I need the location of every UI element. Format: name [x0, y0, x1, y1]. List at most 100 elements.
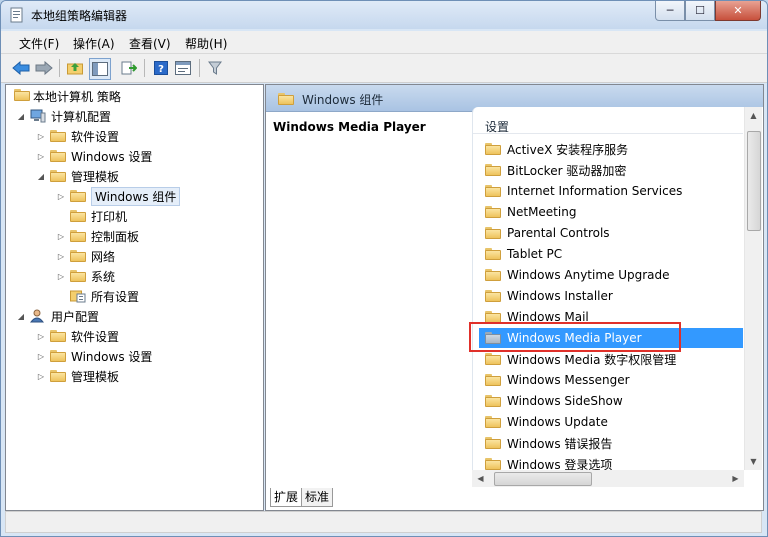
- tab-extended[interactable]: 扩展: [270, 488, 303, 507]
- folder-icon: [278, 93, 294, 105]
- list-item[interactable]: NetMeeting: [479, 202, 743, 222]
- list-item[interactable]: BitLocker 驱动器加密: [479, 160, 743, 180]
- tree-item-windows-settings[interactable]: ▷ Windows 设置: [36, 147, 152, 165]
- tree-label: 本地计算机 策略: [33, 89, 121, 104]
- list-item[interactable]: Windows Installer: [479, 286, 743, 306]
- list-item-label: Internet Information Services: [507, 184, 683, 198]
- list-item[interactable]: Tablet PC: [479, 244, 743, 264]
- tree-item-windows-components[interactable]: ▷ Windows 组件: [56, 186, 181, 206]
- folder-icon: [50, 370, 66, 382]
- title-bar[interactable]: 本地组策略编辑器 ─ ☐ ✕: [1, 1, 767, 29]
- tree-item-user-windows-settings[interactable]: ▷ Windows 设置: [36, 347, 152, 365]
- all-settings-icon: [70, 289, 86, 303]
- svg-text:?: ?: [158, 64, 164, 75]
- menu-help[interactable]: 帮助(H): [185, 35, 227, 52]
- vertical-scrollbar[interactable]: ▲ ▼: [744, 107, 762, 470]
- list-item[interactable]: Windows 错误报告: [479, 433, 743, 453]
- tree-item-admin-templates[interactable]: ◢ 管理模板: [36, 167, 119, 185]
- list-item[interactable]: Windows Anytime Upgrade: [479, 265, 743, 285]
- folder-icon: [485, 164, 501, 176]
- expand-arrow-icon[interactable]: ▷: [56, 231, 66, 241]
- minimize-button[interactable]: ─: [655, 1, 685, 21]
- scroll-down-icon[interactable]: ▼: [745, 453, 762, 470]
- policy-editor-icon: [9, 7, 25, 23]
- list-item[interactable]: Windows Messenger: [479, 370, 743, 390]
- user-icon: [29, 309, 46, 323]
- window-controls: ─ ☐ ✕: [655, 1, 761, 21]
- list-item-label: Windows Media 数字权限管理: [507, 352, 677, 367]
- expand-arrow-icon[interactable]: ▷: [36, 371, 46, 381]
- tree-item-printers[interactable]: 打印机: [56, 207, 127, 225]
- folder-icon: [485, 374, 501, 386]
- tree-item-network[interactable]: ▷ 网络: [56, 247, 115, 265]
- expand-arrow-icon[interactable]: ▷: [36, 131, 46, 141]
- close-button[interactable]: ✕: [715, 1, 761, 21]
- list-item[interactable]: Windows Media 数字权限管理: [479, 349, 743, 369]
- tree-item-control-panel[interactable]: ▷ 控制面板: [56, 227, 139, 245]
- list-item-label: Windows SideShow: [507, 394, 623, 408]
- expand-arrow-icon[interactable]: ▷: [56, 271, 66, 281]
- expand-arrow-icon[interactable]: ▷: [56, 191, 66, 201]
- filter-icon[interactable]: [205, 58, 225, 78]
- tree-item-system[interactable]: ▷ 系统: [56, 267, 115, 285]
- scroll-left-icon[interactable]: ◀: [472, 470, 489, 487]
- list-item[interactable]: Windows SideShow: [479, 391, 743, 411]
- details-header-title: Windows 组件: [302, 93, 384, 107]
- list-item-label: Parental Controls: [507, 226, 610, 240]
- tree-item-user-admin-templates[interactable]: ▷ 管理模板: [36, 367, 119, 385]
- back-arrow-icon[interactable]: [11, 58, 31, 78]
- menu-action[interactable]: 操作(A): [73, 35, 115, 52]
- expand-arrow-icon[interactable]: ▷: [56, 251, 66, 261]
- tree-label: 系统: [91, 269, 116, 284]
- expand-arrow-icon[interactable]: ▷: [36, 331, 46, 341]
- up-folder-icon[interactable]: [65, 58, 85, 78]
- collapse-arrow-icon[interactable]: ◢: [16, 111, 26, 121]
- folder-icon: [50, 330, 66, 342]
- properties-icon[interactable]: [173, 58, 193, 78]
- description-title: Windows Media Player: [273, 120, 426, 134]
- column-header-label: 设置: [485, 120, 510, 134]
- maximize-button[interactable]: ☐: [685, 1, 715, 21]
- list-item[interactable]: ActiveX 安装程序服务: [479, 139, 743, 159]
- folder-icon: [485, 416, 501, 428]
- expand-arrow-icon[interactable]: ▷: [36, 351, 46, 361]
- collapse-arrow-icon[interactable]: ◢: [36, 171, 46, 181]
- folder-icon: [50, 350, 66, 362]
- tree-label: 管理模板: [71, 169, 120, 184]
- help-icon[interactable]: ?: [151, 58, 171, 78]
- list-item-label: Windows Anytime Upgrade: [507, 268, 670, 282]
- list-item-label: ActiveX 安装程序服务: [507, 142, 629, 157]
- menu-file[interactable]: 文件(F): [19, 35, 59, 52]
- expand-arrow-icon[interactable]: ▷: [36, 151, 46, 161]
- tree-item-computer-config[interactable]: ◢ 计算机配置: [16, 107, 111, 125]
- column-header-setting[interactable]: 设置: [473, 115, 743, 134]
- toolbar-separator: [144, 59, 145, 77]
- tree-label: 软件设置: [71, 129, 120, 144]
- tree-item-user-config[interactable]: ◢ 用户配置: [16, 307, 99, 325]
- folder-icon: [50, 170, 66, 182]
- horizontal-scrollbar[interactable]: ◀ ▶: [472, 470, 744, 487]
- list-item-label: Tablet PC: [507, 247, 563, 261]
- tree-item-user-software-settings[interactable]: ▷ 软件设置: [36, 327, 119, 345]
- tree-item-all-settings[interactable]: 所有设置: [56, 287, 139, 305]
- folder-icon: [485, 437, 501, 449]
- export-list-icon[interactable]: [119, 58, 139, 78]
- collapse-arrow-icon[interactable]: ◢: [16, 311, 26, 321]
- forward-arrow-icon[interactable]: [34, 58, 54, 78]
- scroll-right-icon[interactable]: ▶: [727, 470, 744, 487]
- tree-label: Windows 设置: [71, 149, 153, 164]
- menu-view[interactable]: 查看(V): [129, 35, 171, 52]
- tree-item-local-policy[interactable]: 本地计算机 策略: [14, 87, 121, 105]
- tree-label-selected: Windows 组件: [91, 186, 181, 206]
- tree-item-software-settings[interactable]: ▷ 软件设置: [36, 127, 119, 145]
- list-item[interactable]: Parental Controls: [479, 223, 743, 243]
- scroll-thumb[interactable]: [747, 131, 761, 231]
- show-hide-tree-icon[interactable]: [89, 58, 111, 80]
- scroll-thumb-horizontal[interactable]: [494, 472, 592, 486]
- list-item[interactable]: Windows Update: [479, 412, 743, 432]
- toolbar-separator: [199, 59, 200, 77]
- tab-standard[interactable]: 标准: [301, 488, 334, 507]
- app-window: 本地组策略编辑器 ─ ☐ ✕ 文件(F) 操作(A) 查看(V) 帮助(H) ?…: [0, 0, 768, 537]
- list-item[interactable]: Internet Information Services: [479, 181, 743, 201]
- scroll-up-icon[interactable]: ▲: [745, 107, 762, 124]
